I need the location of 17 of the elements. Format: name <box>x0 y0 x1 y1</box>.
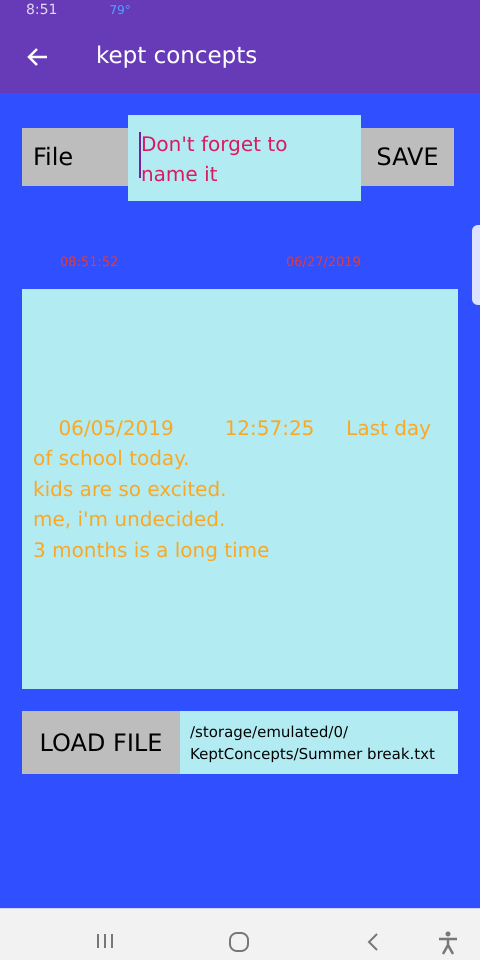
status-temperature: 79° <box>109 3 131 17</box>
status-time: 8:51 <box>26 2 58 18</box>
home-icon[interactable] <box>228 932 250 952</box>
file-path: /storage/emulated/0/ KeptConcepts/Summer break.txt <box>190 722 435 764</box>
app-title: kept concepts <box>96 42 258 72</box>
file-button[interactable]: File <box>22 128 128 186</box>
date-label: 06/27/2019 <box>286 254 361 272</box>
time-label: 08:51:52 <box>60 254 118 272</box>
note-text: 06/05/2019 12:57:25 Last day of school today. kids are so excited. me, i'm undecided. 3 months is a long time <box>33 414 432 564</box>
save-button[interactable]: SAVE <box>361 128 454 186</box>
back-icon[interactable] <box>26 46 48 66</box>
accessibility-icon[interactable] <box>437 931 459 955</box>
text-cursor <box>139 132 141 178</box>
load-file-button[interactable]: LOAD FILE <box>22 711 180 774</box>
back-nav-icon[interactable] <box>366 932 380 952</box>
file-name-field[interactable]: Don't forget to name it <box>128 115 361 201</box>
recent-apps-icon[interactable] <box>95 933 115 949</box>
